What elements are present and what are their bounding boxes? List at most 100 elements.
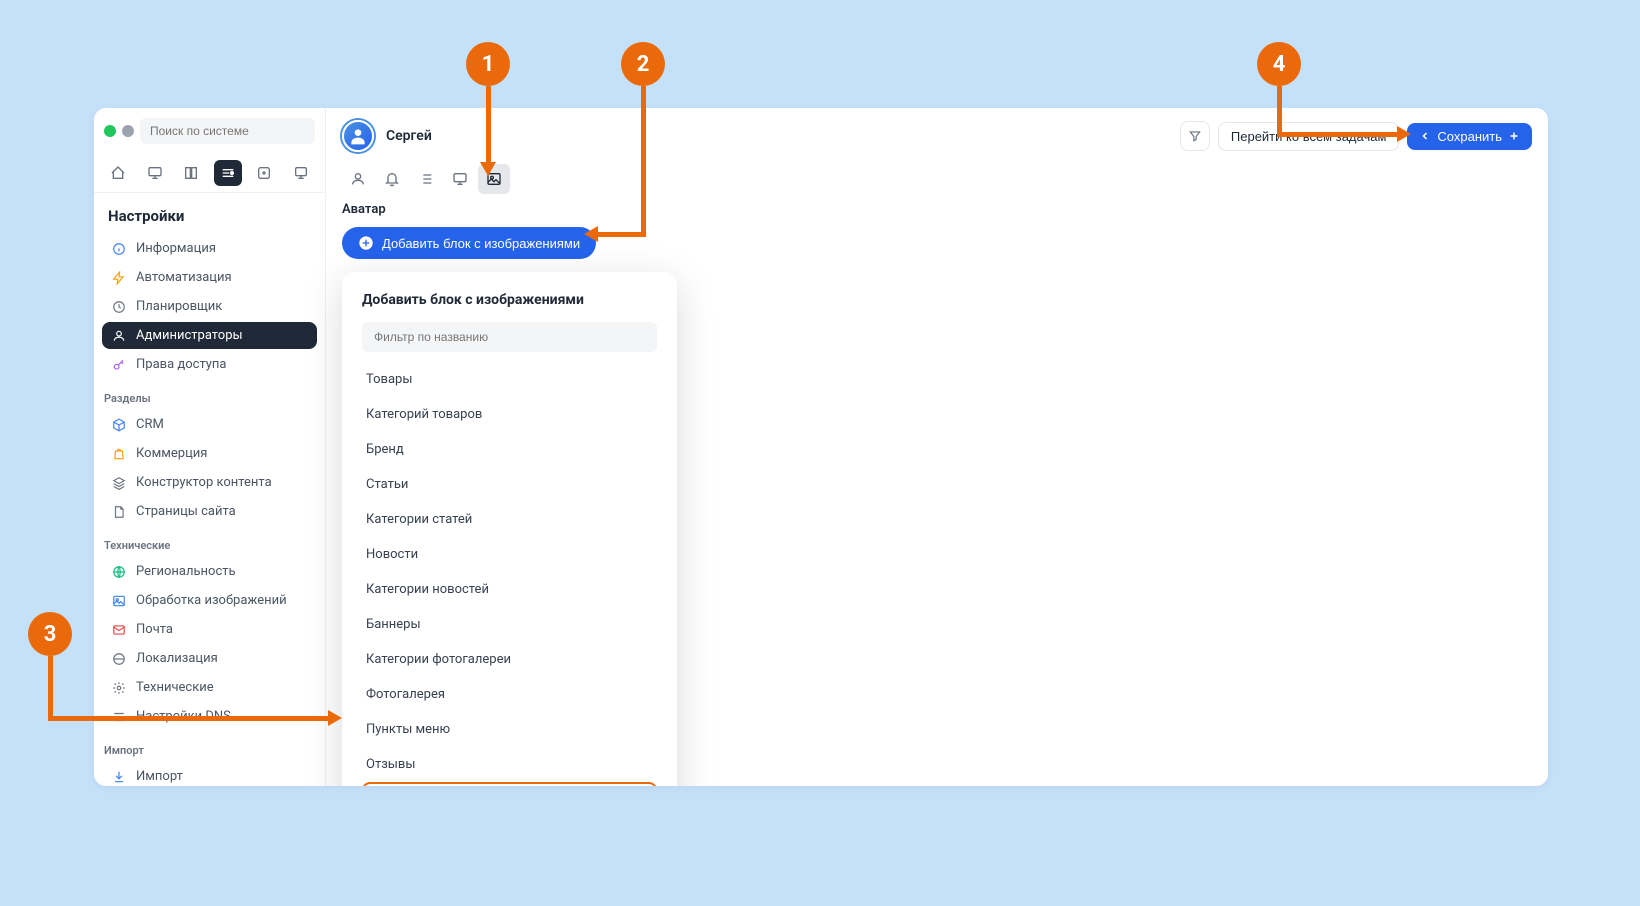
nav-label: Импорт: [136, 769, 183, 784]
bag-icon: [112, 447, 126, 461]
nav-image-processing[interactable]: Обработка изображений: [102, 587, 317, 614]
nav-access[interactable]: Права доступа: [102, 351, 317, 378]
lang-icon: [112, 652, 126, 666]
gear-icon: [112, 681, 126, 695]
sidebar-top: [94, 108, 325, 154]
add-block-label: Добавить блок с изображениями: [382, 236, 580, 251]
header-left: Сергей: [342, 120, 432, 152]
nav-label: Информация: [136, 241, 216, 256]
save-button-label: Сохранить: [1437, 129, 1502, 144]
callout-3: 3: [28, 612, 72, 656]
dropdown-item-gallery-categories[interactable]: Категории фотогалереи: [362, 642, 657, 677]
nav-regional[interactable]: Региональность: [102, 558, 317, 585]
callout-4-arrow: [1397, 126, 1411, 142]
dropdown-panel: Добавить блок с изображениями Товары Кат…: [342, 272, 677, 786]
toolbar-tab-list[interactable]: [410, 164, 442, 194]
section-label-sections: Разделы: [94, 380, 325, 411]
sidebar-section-main: Информация Автоматизация Планировщик Адм…: [94, 235, 325, 380]
content-section-title: Аватар: [342, 202, 1532, 217]
filter-button[interactable]: [1180, 121, 1210, 151]
sidebar-section-import: Импорт Правила импорта Импорт конструкто…: [94, 763, 325, 786]
dropdown-item-article-categories[interactable]: Категории статей: [362, 502, 657, 537]
toolbar-tabs: [326, 164, 1548, 194]
nav-label: CRM: [136, 417, 164, 432]
nav-info[interactable]: Информация: [102, 235, 317, 262]
callout-3-arrow: [328, 710, 342, 726]
add-block-button[interactable]: Добавить блок с изображениями: [342, 227, 596, 259]
nav-administrators[interactable]: Администраторы: [102, 322, 317, 349]
sidebar-section-technical: Региональность Обработка изображений Поч…: [94, 558, 325, 732]
chevron-left-icon: [1419, 130, 1431, 142]
dropdown-item-news-categories[interactable]: Категории новостей: [362, 572, 657, 607]
user-name: Сергей: [386, 128, 432, 144]
nav-label: Страницы сайта: [136, 504, 236, 519]
toolbar-tab-monitor[interactable]: [444, 164, 476, 194]
nav-label: Обработка изображений: [136, 593, 287, 608]
dropdown-item-articles[interactable]: Статьи: [362, 467, 657, 502]
callout-3-line-h: [48, 716, 328, 721]
save-button[interactable]: Сохранить: [1407, 123, 1532, 150]
status-dot-grey-icon: [122, 124, 134, 138]
plus-circle-icon: [358, 235, 374, 251]
callout-2: 2: [621, 42, 665, 86]
dropdown-item-gallery[interactable]: Фотогалерея: [362, 677, 657, 712]
nav-import[interactable]: Импорт: [102, 763, 317, 786]
section-label-technical: Технические: [94, 527, 325, 558]
callout-4: 4: [1257, 42, 1301, 86]
dropdown-item-news[interactable]: Новости: [362, 537, 657, 572]
dropdown-item-original[interactable]: Оригинальное: [362, 782, 657, 786]
nav-label: Администраторы: [136, 328, 243, 343]
search-input[interactable]: [140, 118, 315, 144]
status-dot-green-icon: [104, 124, 116, 138]
nav-content-builder[interactable]: Конструктор контента: [102, 469, 317, 496]
dropdown-item-banners[interactable]: Баннеры: [362, 607, 657, 642]
layers-icon: [112, 476, 126, 490]
callout-1: 1: [466, 42, 510, 86]
toolbar-tab-user[interactable]: [342, 164, 374, 194]
nav-commerce[interactable]: Коммерция: [102, 440, 317, 467]
sidebar-section-sections: CRM Коммерция Конструктор контента Стран…: [94, 411, 325, 527]
nav-label: Региональность: [136, 564, 236, 579]
avatar[interactable]: [342, 120, 374, 152]
tab-plus-icon[interactable]: [250, 160, 279, 186]
plus-icon: [1508, 130, 1520, 142]
dropdown-item-menu-items[interactable]: Пункты меню: [362, 712, 657, 747]
globe-icon: [112, 565, 126, 579]
callout-3-line-v: [48, 656, 53, 716]
tab-presentation-icon[interactable]: [287, 160, 316, 186]
section-label-import: Импорт: [94, 732, 325, 763]
app-window: Настройки Информация Автоматизация Плани…: [94, 108, 1548, 786]
callout-1-line: [486, 86, 491, 166]
dropdown-item-reviews[interactable]: Отзывы: [362, 747, 657, 782]
nav-localization[interactable]: Локализация: [102, 645, 317, 672]
nav-automation[interactable]: Автоматизация: [102, 264, 317, 291]
bolt-icon: [112, 271, 126, 285]
toolbar-tab-bell[interactable]: [376, 164, 408, 194]
mail-icon: [112, 623, 126, 637]
nav-scheduler[interactable]: Планировщик: [102, 293, 317, 320]
tab-home-icon[interactable]: [104, 160, 133, 186]
dropdown-filter-input[interactable]: [362, 322, 657, 352]
tab-settings-icon[interactable]: [214, 160, 243, 186]
dropdown-item-product-categories[interactable]: Категорий товаров: [362, 397, 657, 432]
image-icon: [112, 594, 126, 608]
tab-monitor-icon[interactable]: [141, 160, 170, 186]
dropdown-item-products[interactable]: Товары: [362, 362, 657, 397]
content-area: Аватар Добавить блок с изображениями Доб…: [326, 194, 1548, 275]
callout-4-line-h: [1277, 132, 1397, 137]
nav-label: Технические: [136, 680, 214, 695]
nav-crm[interactable]: CRM: [102, 411, 317, 438]
nav-technical[interactable]: Технические: [102, 674, 317, 701]
tab-book-icon[interactable]: [177, 160, 206, 186]
nav-mail[interactable]: Почта: [102, 616, 317, 643]
filter-icon: [1188, 129, 1202, 143]
callout-4-line-v: [1277, 86, 1282, 132]
clock-icon: [112, 300, 126, 314]
nav-label: Почта: [136, 622, 173, 637]
dropdown-item-brand[interactable]: Бренд: [362, 432, 657, 467]
nav-site-pages[interactable]: Страницы сайта: [102, 498, 317, 525]
download-icon: [112, 770, 126, 784]
nav-label: Конструктор контента: [136, 475, 272, 490]
nav-label: Планировщик: [136, 299, 222, 314]
callout-1-arrow: [480, 162, 496, 176]
